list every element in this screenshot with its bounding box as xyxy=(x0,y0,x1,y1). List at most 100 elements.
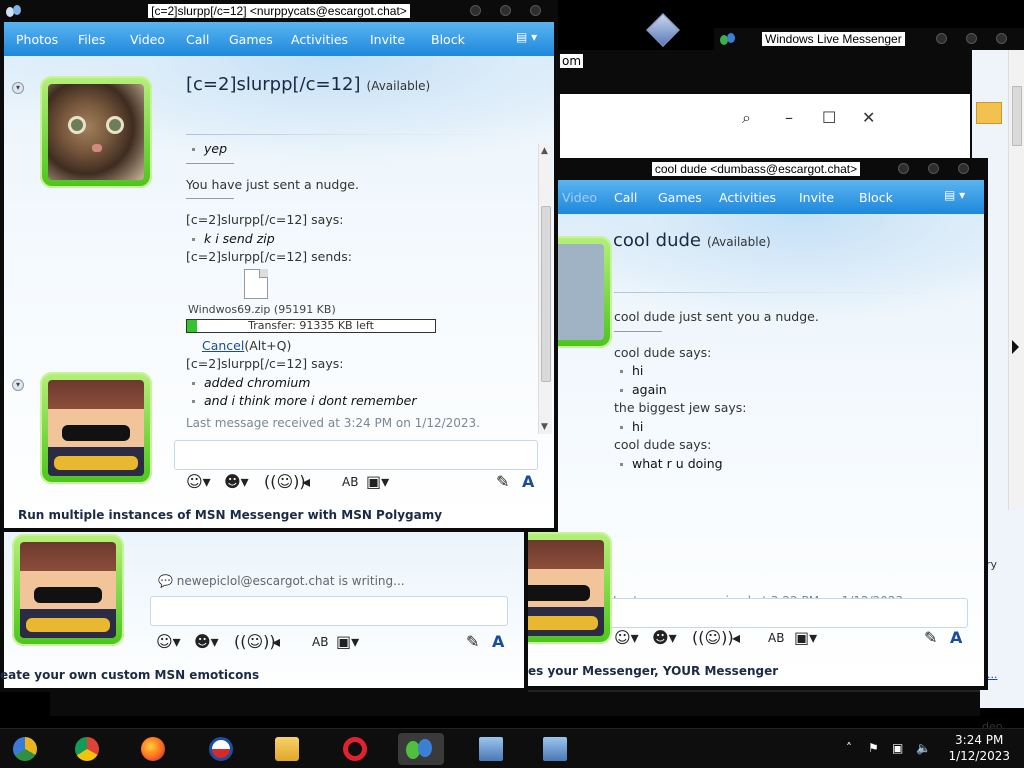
handwriting-icon[interactable]: ✎ xyxy=(466,632,479,651)
own-avatar[interactable] xyxy=(12,534,124,646)
file-name: Windwos69.zip (95191 KB) xyxy=(188,302,336,316)
volume-icon[interactable]: 🔈 xyxy=(916,741,931,755)
background-icon[interactable]: ▣▾ xyxy=(794,628,817,647)
firefox-icon[interactable] xyxy=(136,733,170,765)
msn-messenger-icon[interactable] xyxy=(398,733,444,765)
spellcheck-icon[interactable]: AB xyxy=(342,475,358,489)
voice-clip-icon[interactable]: ◂ xyxy=(732,628,740,647)
nav-activities[interactable]: Activities xyxy=(719,190,776,205)
nudge-icon[interactable]: ((☺)) xyxy=(692,628,734,647)
flag-icon[interactable]: ⚑ xyxy=(868,741,879,755)
folder-icon[interactable] xyxy=(976,102,1002,124)
minimize-button[interactable] xyxy=(936,33,947,44)
scroll-thumb[interactable] xyxy=(541,206,551,382)
scroll-down-icon[interactable]: ▼ xyxy=(541,422,548,432)
chat-scrollbar[interactable]: ▲ ▼ xyxy=(538,144,552,434)
voice-clip-icon[interactable]: ◂ xyxy=(302,472,310,491)
gem-shortcut-icon[interactable] xyxy=(645,12,681,48)
nav-video[interactable]: Video xyxy=(130,32,165,47)
chrome-icon[interactable] xyxy=(70,733,104,765)
close-button[interactable] xyxy=(958,163,969,174)
nav-games[interactable]: Games xyxy=(229,32,273,47)
obama-logo-icon[interactable] xyxy=(204,733,238,765)
network-computer-icon[interactable] xyxy=(538,733,572,765)
chrome-canary-icon[interactable] xyxy=(8,733,42,765)
nav-photos[interactable]: Photos xyxy=(16,32,58,47)
nav-video[interactable]: Video xyxy=(562,190,597,205)
file-explorer-icon[interactable] xyxy=(270,733,304,765)
wlm-scrollbar[interactable] xyxy=(1008,50,1024,510)
conversation-window-cool-dude[interactable]: cool dude <dumbass@escargot.chat> Video … xyxy=(500,158,988,690)
maximize-icon[interactable]: ☐ xyxy=(822,108,836,127)
contact-status: (Available) xyxy=(366,79,431,93)
wink-icon[interactable]: ☻▾ xyxy=(652,628,677,647)
font-icon[interactable]: A xyxy=(950,628,962,647)
clock-time: 3:24 PM xyxy=(955,733,1004,747)
emoticon-icon[interactable]: ☺▾ xyxy=(614,628,639,647)
clock[interactable]: 3:24 PM 1/12/2023 xyxy=(948,732,1010,764)
minimize-icon[interactable]: – xyxy=(785,108,793,127)
title-bar[interactable]: [c=2]slurpp[/c=12] <nurppycats@escargot.… xyxy=(0,0,558,22)
emoticon-icon[interactable]: ☺▾ xyxy=(186,472,211,491)
nav-call[interactable]: Call xyxy=(186,32,209,47)
toolbar: Photos Files Video Call Games Activities… xyxy=(4,22,554,56)
nav-invite[interactable]: Invite xyxy=(370,32,405,47)
title-bar[interactable]: Windows Live Messenger xyxy=(714,28,1024,50)
toolbar: Video Call Games Activities Invite Block… xyxy=(528,180,984,214)
nav-activities[interactable]: Activities xyxy=(291,32,348,47)
own-avatar[interactable] xyxy=(40,372,152,484)
spellcheck-icon[interactable]: AB xyxy=(312,635,328,649)
maximize-button[interactable] xyxy=(966,33,977,44)
background-icon[interactable]: ▣▾ xyxy=(366,472,389,491)
title-bar[interactable]: cool dude <dumbass@escargot.chat> xyxy=(524,158,988,180)
emoticon-icon[interactable]: ☺▾ xyxy=(156,632,181,651)
collapse-own-button[interactable]: ▾ xyxy=(12,379,24,391)
conversation-window-slurpp[interactable]: [c=2]slurpp[/c=12] <nurppycats@escargot.… xyxy=(0,0,558,532)
chat-message: hi xyxy=(614,418,934,437)
scroll-up-icon[interactable]: ▲ xyxy=(541,146,548,156)
font-icon[interactable]: A xyxy=(522,472,534,491)
show-hidden-icons-icon[interactable]: ˄ xyxy=(846,741,852,755)
minimize-button[interactable] xyxy=(898,163,909,174)
file-icon[interactable] xyxy=(244,268,268,299)
handwriting-icon[interactable]: ✎ xyxy=(496,472,509,491)
nav-games[interactable]: Games xyxy=(658,190,702,205)
maximize-button[interactable] xyxy=(500,5,511,16)
options-menu-icon[interactable]: ▤ ▾ xyxy=(516,30,542,46)
nudge-icon[interactable]: ((☺)) xyxy=(234,632,276,651)
collapse-contact-button[interactable]: ▾ xyxy=(12,82,24,94)
handwriting-icon[interactable]: ✎ xyxy=(924,628,937,647)
maximize-button[interactable] xyxy=(928,163,939,174)
conversation-window-2[interactable]: 💬 newepiclol@escargot.chat is writing...… xyxy=(0,530,528,692)
contact-name: cool dude xyxy=(613,230,701,251)
spellcheck-icon[interactable]: AB xyxy=(768,631,784,645)
contact-avatar[interactable] xyxy=(40,76,152,188)
background-icon[interactable]: ▣▾ xyxy=(336,632,359,651)
minimize-button[interactable] xyxy=(470,5,481,16)
network-computer-icon[interactable] xyxy=(474,733,508,765)
wink-icon[interactable]: ☻▾ xyxy=(194,632,219,651)
cancel-transfer-link[interactable]: Cancel xyxy=(202,338,244,353)
close-icon[interactable]: ✕ xyxy=(862,108,875,127)
font-icon[interactable]: A xyxy=(492,632,504,651)
ad-text[interactable]: es your Messenger, YOUR Messenger xyxy=(528,664,778,678)
nav-block[interactable]: Block xyxy=(431,32,465,47)
nav-call[interactable]: Call xyxy=(614,190,637,205)
nav-invite[interactable]: Invite xyxy=(799,190,834,205)
sender-line: [c=2]slurpp[/c=12] says: xyxy=(186,356,344,371)
voice-clip-icon[interactable]: ◂ xyxy=(272,632,280,651)
close-button[interactable] xyxy=(530,5,541,16)
wink-icon[interactable]: ☻▾ xyxy=(224,472,249,491)
nudge-icon[interactable]: ((☺)) xyxy=(264,472,306,491)
message-input[interactable] xyxy=(174,440,538,470)
options-menu-icon[interactable]: ▤ ▾ xyxy=(944,188,970,204)
browser-window[interactable]: ⌕ – ☐ ✕ xyxy=(560,94,970,164)
nav-block[interactable]: Block xyxy=(859,190,893,205)
opera-icon[interactable] xyxy=(338,733,372,765)
search-icon[interactable]: ⌕ xyxy=(742,108,751,128)
ad-text[interactable]: Run multiple instances of MSN Messenger … xyxy=(18,508,442,522)
close-button[interactable] xyxy=(996,33,1007,44)
ad-text[interactable]: eate your own custom MSN emoticons xyxy=(0,668,259,682)
network-icon[interactable]: ▣ xyxy=(892,741,903,755)
nav-files[interactable]: Files xyxy=(78,32,105,47)
